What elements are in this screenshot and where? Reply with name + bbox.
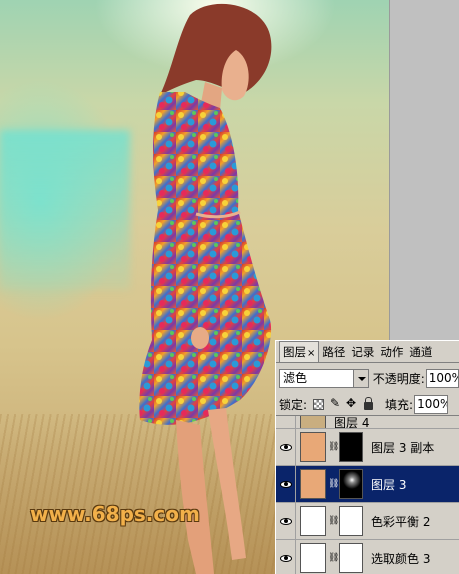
eye-icon[interactable] bbox=[279, 443, 292, 451]
layer-list: 图层 4 ⛓ 图层 3 副本 ⛓ 图层 3 ⛓ 色彩平衡 2 ⛓ 选取颜色 3 bbox=[276, 415, 459, 574]
blend-mode-value: 滤色 bbox=[283, 370, 308, 385]
tab-history[interactable]: 记录 bbox=[348, 342, 377, 362]
fill-input[interactable]: 100% bbox=[414, 394, 449, 414]
panel-tabs: 图层× 路径 记录 动作 通道 bbox=[276, 341, 459, 363]
adjustment-thumbnail bbox=[300, 506, 326, 536]
tab-paths[interactable]: 路径 bbox=[319, 342, 348, 362]
scroll-region bbox=[389, 0, 459, 340]
layer-row[interactable]: ⛓ 图层 3 副本 bbox=[276, 429, 459, 466]
eye-icon[interactable] bbox=[279, 517, 292, 525]
visibility-toggle[interactable] bbox=[276, 503, 296, 539]
lock-pixels-icon[interactable] bbox=[330, 396, 341, 410]
adjustment-thumbnail bbox=[300, 543, 326, 573]
eye-icon[interactable] bbox=[279, 480, 292, 488]
layers-panel: 图层× 路径 记录 动作 通道 滤色 不透明度: 100% 锁定: 填充: 10… bbox=[275, 340, 459, 574]
close-icon[interactable]: × bbox=[307, 348, 315, 359]
layer-name: 图层 4 bbox=[334, 416, 370, 429]
layer-row[interactable]: ⛓ 选取颜色 3 bbox=[276, 540, 459, 574]
visibility-toggle[interactable] bbox=[276, 416, 296, 428]
layer-name: 图层 3 副本 bbox=[371, 440, 435, 455]
visibility-toggle[interactable] bbox=[276, 540, 296, 574]
layer-name: 选取颜色 3 bbox=[371, 551, 431, 566]
layer-row[interactable]: ⛓ 色彩平衡 2 bbox=[276, 503, 459, 540]
layer-mask-thumbnail[interactable] bbox=[339, 506, 363, 536]
lock-transparency-icon[interactable] bbox=[313, 398, 325, 410]
layer-mask-thumbnail[interactable] bbox=[339, 543, 363, 573]
tab-actions[interactable]: 动作 bbox=[377, 342, 406, 362]
layer-name: 图层 3 bbox=[371, 477, 407, 492]
fill-label: 填充: bbox=[385, 397, 414, 412]
link-icon[interactable]: ⛓ bbox=[328, 442, 339, 452]
lock-label: 锁定: bbox=[279, 397, 308, 412]
eye-icon[interactable] bbox=[279, 554, 292, 562]
blend-mode-select[interactable]: 滤色 bbox=[279, 368, 369, 388]
link-icon[interactable]: ⛓ bbox=[328, 479, 339, 489]
layer-row[interactable]: 图层 4 bbox=[276, 416, 459, 429]
link-icon[interactable]: ⛓ bbox=[328, 553, 339, 563]
watermark: www.68ps.com bbox=[30, 502, 200, 526]
layer-thumbnail bbox=[300, 416, 326, 428]
chevron-down-icon[interactable] bbox=[352, 369, 368, 387]
layer-row-selected[interactable]: ⛓ 图层 3 bbox=[276, 466, 459, 503]
lock-row: 锁定: 填充: 100% bbox=[279, 394, 459, 414]
layer-mask-thumbnail[interactable] bbox=[339, 432, 363, 462]
visibility-toggle[interactable] bbox=[276, 466, 296, 502]
layer-name: 色彩平衡 2 bbox=[371, 514, 431, 529]
layer-thumbnail bbox=[300, 432, 326, 462]
visibility-toggle[interactable] bbox=[276, 429, 296, 465]
layer-thumbnail bbox=[300, 469, 326, 499]
link-icon[interactable]: ⛓ bbox=[328, 516, 339, 526]
lock-all-icon[interactable] bbox=[364, 397, 374, 410]
tab-layers[interactable]: 图层× bbox=[279, 341, 320, 362]
opacity-input[interactable]: 100% bbox=[425, 368, 459, 388]
lock-position-icon[interactable] bbox=[346, 396, 358, 410]
blend-row: 滤色 不透明度: 100% bbox=[279, 368, 459, 388]
tab-channels[interactable]: 通道 bbox=[406, 342, 435, 362]
opacity-label: 不透明度: bbox=[372, 371, 425, 386]
layer-mask-thumbnail[interactable] bbox=[339, 469, 363, 499]
